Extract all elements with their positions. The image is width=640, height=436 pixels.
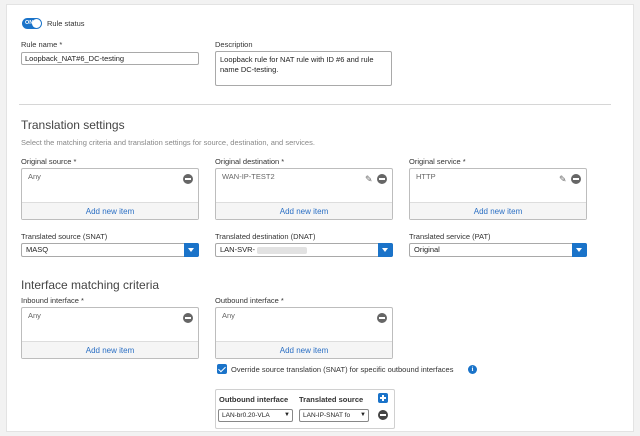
remove-icon[interactable] <box>183 174 193 184</box>
original-destination-box: WAN-IP-TEST2 ✎ Add new item <box>215 168 393 220</box>
translated-destination-text: LAN-SVR- <box>220 244 308 256</box>
nat-rule-form: ON Rule status Rule name * Loopback_NAT#… <box>6 4 634 432</box>
original-destination-add-button[interactable]: Add new item <box>216 202 392 219</box>
override-snat-label: Override source translation (SNAT) for s… <box>231 365 454 374</box>
col-header-translated-source: Translated source <box>299 395 364 404</box>
original-source-add-button[interactable]: Add new item <box>22 202 198 219</box>
remove-icon[interactable] <box>571 174 581 184</box>
rule-name-input[interactable]: Loopback_NAT#6_DC-testing <box>21 52 199 65</box>
outbound-interface-label: Outbound interface * <box>215 296 284 305</box>
row-translated-source-value: LAN-IP-SNAT fo <box>303 412 351 419</box>
remove-icon[interactable] <box>183 313 193 323</box>
rule-status-label: Rule status <box>47 19 85 28</box>
remove-icon[interactable] <box>377 313 387 323</box>
chevron-down-icon[interactable] <box>184 243 199 257</box>
translated-service-value: Original <box>414 245 440 254</box>
remove-icon[interactable] <box>377 174 387 184</box>
rule-name-label: Rule name * <box>21 40 63 49</box>
translated-source-label: Translated source (SNAT) <box>21 232 108 241</box>
original-destination-value: WAN-IP-TEST2 <box>222 172 275 181</box>
outbound-interface-value: Any <box>222 311 235 320</box>
chevron-down-icon[interactable] <box>572 243 587 257</box>
interface-matching-title: Interface matching criteria <box>21 278 160 292</box>
original-source-value: Any <box>28 172 41 181</box>
info-icon[interactable]: i <box>468 365 477 374</box>
override-snat-checkbox[interactable] <box>217 364 227 374</box>
row-outbound-interface-select[interactable]: LAN-br0.20-VLA ▼ <box>218 409 293 422</box>
inbound-interface-label: Inbound interface * <box>21 296 84 305</box>
translated-destination-select[interactable]: LAN-SVR- <box>215 243 393 257</box>
rule-status-toggle[interactable]: ON <box>22 18 42 29</box>
original-service-label: Original service * <box>409 157 466 166</box>
translation-settings-subtitle: Select the matching criteria and transla… <box>21 138 315 147</box>
translated-service-select[interactable]: Original <box>409 243 587 257</box>
add-row-plus-icon[interactable] <box>378 393 388 403</box>
edit-pencil-icon[interactable]: ✎ <box>365 174 375 184</box>
translated-service-label: Translated service (PAT) <box>409 232 491 241</box>
outbound-interface-box: Any Add new item <box>215 307 393 359</box>
col-header-outbound-interface: Outbound interface <box>219 395 289 404</box>
description-label: Description <box>215 40 253 49</box>
translated-destination-label: Translated destination (DNAT) <box>215 232 316 241</box>
original-service-add-button[interactable]: Add new item <box>410 202 586 219</box>
chevron-down-icon: ▼ <box>360 412 366 418</box>
original-service-value: HTTP <box>416 172 436 181</box>
redacted-text <box>257 246 308 254</box>
original-destination-label: Original destination * <box>215 157 285 166</box>
row-translated-source-select[interactable]: LAN-IP-SNAT fo ▼ <box>299 409 369 422</box>
description-textarea[interactable]: Loopback rule for NAT rule with ID #6 an… <box>215 51 392 86</box>
inbound-interface-box: Any Add new item <box>21 307 199 359</box>
translation-settings-title: Translation settings <box>21 118 125 132</box>
edit-pencil-icon[interactable]: ✎ <box>559 174 569 184</box>
remove-row-icon[interactable] <box>378 410 388 420</box>
inbound-interface-add-button[interactable]: Add new item <box>22 341 198 358</box>
outbound-interface-add-button[interactable]: Add new item <box>216 341 392 358</box>
translated-destination-value: LAN-SVR- <box>220 245 256 254</box>
toggle-knob <box>32 19 41 28</box>
original-service-box: HTTP ✎ Add new item <box>409 168 587 220</box>
translated-source-value: MASQ <box>26 245 49 254</box>
original-source-box: Any Add new item <box>21 168 199 220</box>
inbound-interface-value: Any <box>28 311 41 320</box>
chevron-down-icon: ▼ <box>284 412 290 418</box>
original-source-label: Original source * <box>21 157 77 166</box>
row-outbound-interface-value: LAN-br0.20-VLA <box>222 412 270 419</box>
section-divider <box>19 104 611 105</box>
chevron-down-icon[interactable] <box>378 243 393 257</box>
translated-source-select[interactable]: MASQ <box>21 243 199 257</box>
